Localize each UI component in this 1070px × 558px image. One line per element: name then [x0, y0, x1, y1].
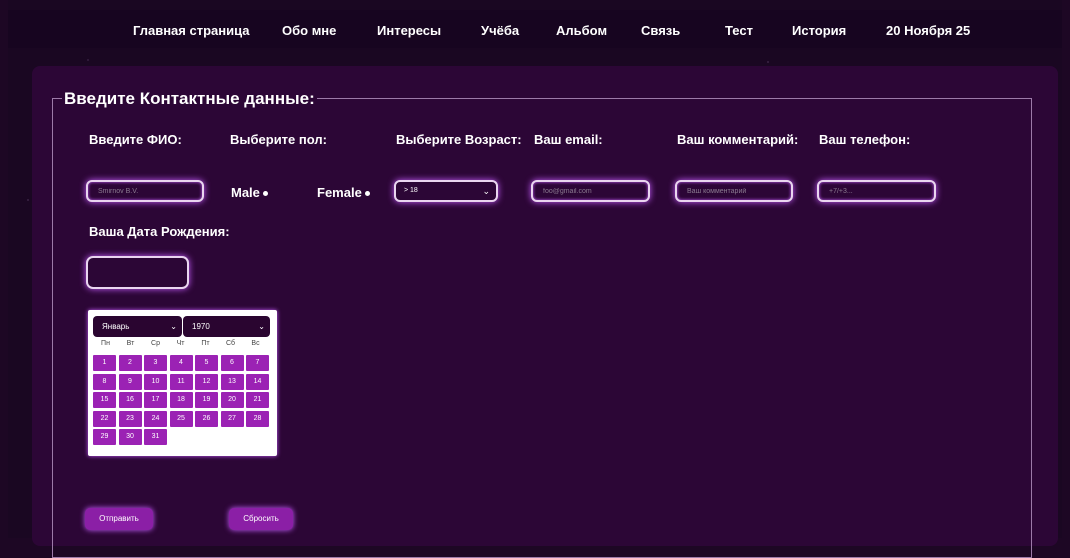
datepicker-calendar: Январь ⌄ 1970 ⌄ Пн Вт Ср Чт Пт Сб Вс 123456789… — [88, 310, 277, 456]
age-select-value: > 18 — [404, 187, 418, 194]
nav-home[interactable]: Главная страница — [133, 23, 249, 38]
gender-male-radio[interactable]: Male — [231, 185, 268, 200]
calendar-day[interactable]: 1 — [93, 355, 116, 371]
phone-input[interactable] — [817, 180, 936, 202]
calendar-day[interactable]: 28 — [246, 410, 269, 427]
calendar-day[interactable]: 22 — [93, 410, 116, 427]
reset-button[interactable]: Сбросить — [229, 508, 293, 530]
submit-button[interactable]: Отправить — [85, 508, 153, 530]
weekday-label: Чт — [176, 340, 185, 347]
comment-input[interactable] — [675, 180, 793, 202]
nav-history[interactable]: История — [792, 23, 846, 38]
calendar-day[interactable]: 24 — [144, 410, 167, 427]
weekday-header: Пн Вт Ср Чт Пт Сб Вс — [93, 340, 268, 350]
weekday-label: Вт — [126, 340, 135, 347]
calendar-day[interactable]: 9 — [118, 373, 142, 390]
month-select[interactable]: Январь ⌄ — [93, 316, 182, 337]
calendar-day[interactable]: 6 — [220, 355, 244, 371]
calendar-day[interactable]: 26 — [195, 410, 218, 427]
gender-male-label: Male — [231, 185, 260, 200]
calendar-day[interactable]: 30 — [118, 429, 142, 445]
calendar-day[interactable]: 3 — [144, 355, 167, 371]
nav-contact[interactable]: Связь — [641, 23, 680, 38]
nav-about[interactable]: Обо мне — [282, 23, 336, 38]
calendar-day[interactable]: 20 — [220, 392, 244, 408]
nav-interests[interactable]: Интересы — [377, 23, 441, 38]
radio-dot-icon — [364, 191, 370, 197]
phone-label: Ваш телефон: — [819, 132, 911, 147]
calendar-day[interactable]: 18 — [169, 392, 193, 408]
radio-dot-icon — [262, 191, 268, 197]
birthdate-input[interactable] — [86, 256, 189, 289]
weekday-label: Пн — [101, 340, 110, 347]
calendar-day[interactable]: 31 — [144, 429, 167, 445]
calendar-day[interactable]: 23 — [118, 410, 142, 427]
calendar-day[interactable]: 19 — [195, 392, 218, 408]
email-input[interactable] — [531, 180, 650, 202]
birthdate-label: Ваша Дата Рождения: — [89, 224, 230, 239]
form-legend: Введите Контактные данные: — [62, 89, 317, 109]
calendar-day[interactable]: 4 — [169, 355, 193, 371]
age-label: Выберите Возраст: — [396, 132, 522, 147]
calendar-day[interactable]: 11 — [169, 373, 193, 390]
calendar-day[interactable]: 25 — [169, 410, 193, 427]
calendar-day[interactable]: 16 — [118, 392, 142, 408]
fio-label: Введите ФИО: — [89, 132, 182, 147]
calendar-day[interactable]: 27 — [220, 410, 244, 427]
email-label: Ваш email: — [534, 132, 603, 147]
chevron-down-icon: ⌄ — [482, 186, 490, 196]
nav-test[interactable]: Тест — [725, 23, 753, 38]
weekday-label: Пт — [201, 340, 210, 347]
calendar-day[interactable]: 7 — [246, 355, 269, 371]
calendar-day[interactable]: 14 — [246, 373, 269, 390]
calendar-day[interactable]: 15 — [93, 392, 116, 408]
weekday-label: Вс — [251, 340, 260, 347]
weekday-label: Ср — [151, 340, 160, 347]
calendar-day[interactable]: 13 — [220, 373, 244, 390]
age-select[interactable]: > 18 ⌄ — [394, 180, 498, 202]
comment-label: Ваш комментарий: — [677, 132, 799, 147]
top-navbar: Главная страница Обо мне Интересы Учёба … — [8, 10, 1062, 48]
chevron-down-icon: ⌄ — [170, 322, 177, 331]
calendar-day[interactable]: 2 — [118, 355, 142, 371]
calendar-day[interactable]: 8 — [93, 373, 116, 390]
weekday-label: Сб — [225, 340, 236, 347]
calendar-day[interactable]: 5 — [195, 355, 218, 371]
gender-female-label: Female — [317, 185, 362, 200]
calendar-day[interactable]: 17 — [144, 392, 167, 408]
gender-label: Выберите пол: — [230, 132, 327, 147]
nav-study[interactable]: Учёба — [481, 23, 519, 38]
year-select[interactable]: 1970 ⌄ — [183, 316, 270, 337]
nav-album[interactable]: Альбом — [556, 23, 607, 38]
month-select-value: Январь — [102, 322, 130, 331]
calendar-day[interactable]: 10 — [144, 373, 167, 390]
fio-input[interactable] — [86, 180, 204, 202]
calendar-day[interactable]: 29 — [93, 429, 116, 445]
chevron-down-icon: ⌄ — [258, 322, 265, 331]
nav-date: 20 Ноября 25 — [886, 23, 971, 38]
calendar-day[interactable]: 21 — [246, 392, 269, 408]
gender-female-radio[interactable]: Female — [317, 185, 370, 200]
calendar-day[interactable]: 12 — [195, 373, 218, 390]
year-select-value: 1970 — [192, 322, 210, 331]
